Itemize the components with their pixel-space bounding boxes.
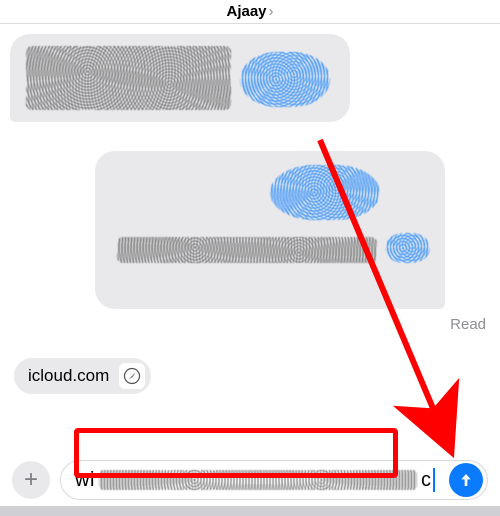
arrow-up-icon	[458, 471, 474, 489]
safari-icon	[119, 363, 145, 389]
read-receipt: Read	[450, 316, 486, 333]
message-bubble[interactable]	[10, 34, 350, 122]
redacted-text	[117, 237, 377, 263]
home-indicator-area	[0, 506, 500, 516]
redacted-blue	[240, 52, 330, 107]
send-button[interactable]	[449, 463, 483, 497]
redacted-text	[99, 470, 417, 490]
redacted-text	[26, 46, 231, 110]
add-attachment-button[interactable]: +	[12, 461, 50, 499]
text-caret	[433, 468, 435, 492]
redacted-blue	[270, 165, 380, 220]
message-list: Read icloud.com	[0, 24, 500, 452]
input-text-end: c	[421, 469, 433, 492]
plus-icon: +	[24, 466, 38, 494]
redacted-blue	[385, 233, 430, 263]
message-input[interactable]: wi c	[60, 460, 488, 500]
conversation-header[interactable]: Ajaay ›	[0, 0, 500, 24]
message-bubble[interactable]	[95, 151, 445, 309]
link-suggestion-chip[interactable]: icloud.com	[14, 358, 151, 394]
contact-name: Ajaay	[226, 3, 266, 20]
chevron-right-icon: ›	[269, 3, 274, 20]
suggestion-text: icloud.com	[28, 366, 109, 386]
input-text-start: wi	[75, 469, 95, 492]
